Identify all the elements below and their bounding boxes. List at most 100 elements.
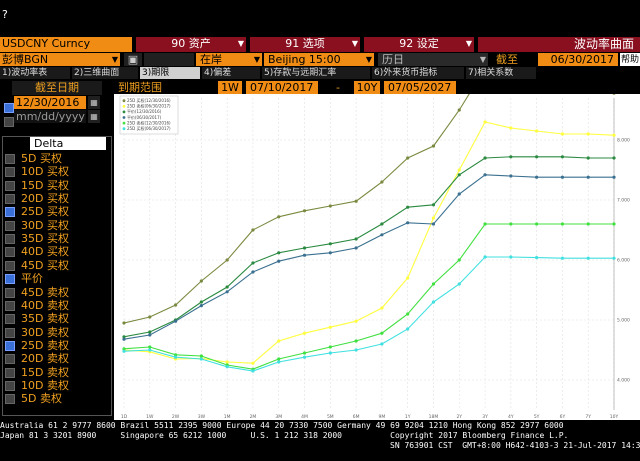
data-point	[457, 258, 461, 262]
data-point	[251, 270, 255, 274]
data-point	[277, 251, 281, 255]
delta-item[interactable]: 20D 买权	[2, 192, 110, 205]
date2-input[interactable]: mm/dd/yyyy	[14, 110, 86, 123]
data-point	[199, 300, 203, 304]
page-title: 波动率曲面	[478, 37, 640, 52]
tab-exotic-indicators[interactable]: 6)外来货币指标	[372, 67, 464, 79]
delta-item-label: 35D 卖权	[21, 312, 69, 326]
x-tick-label: 4Y	[508, 414, 514, 420]
data-point	[457, 168, 461, 172]
range-end-code[interactable]: 10Y	[354, 81, 380, 95]
checkbox-icon	[5, 154, 15, 164]
delta-item[interactable]: 45D 卖权	[2, 286, 110, 299]
range-start-code[interactable]: 1W	[218, 81, 242, 95]
delta-item-label: 20D 买权	[21, 192, 69, 206]
term-structure-chart: 1D 1W 2W 3W 1M 2M 3M 4M 5M 6M 9M 1Y 18M 2Y 3Y 4Y 5Y 6Y 7Y 1…	[114, 94, 640, 420]
delta-item[interactable]: 30D 买权	[2, 219, 110, 232]
data-point	[328, 345, 332, 349]
x-tick-label: 1M	[224, 414, 231, 420]
data-point	[251, 261, 255, 265]
range-end-date[interactable]: 07/05/2027	[384, 81, 456, 95]
data-point	[457, 108, 461, 112]
source-select[interactable]: 彭博BGN ▼	[0, 53, 120, 66]
data-point	[148, 348, 152, 352]
data-point	[535, 256, 539, 260]
tab-vol-table[interactable]: 1)波动率表	[0, 67, 70, 79]
delta-item[interactable]: 30D 卖权	[2, 326, 110, 339]
menu-settings[interactable]: 92 设定 ▼	[364, 37, 474, 52]
delta-item[interactable]: 40D 买权	[2, 245, 110, 258]
delta-item[interactable]: 15D 买权	[2, 179, 110, 192]
delta-item-label: 40D 卖权	[21, 298, 69, 312]
data-point	[225, 290, 229, 294]
data-point	[612, 133, 616, 137]
asof-date-input[interactable]: 06/30/2017	[538, 53, 618, 66]
data-point	[612, 222, 616, 226]
delta-item[interactable]: 25D 卖权	[2, 339, 110, 352]
tab-deposits-forwards[interactable]: 5)存款与远期汇率	[262, 67, 370, 79]
tab-term[interactable]: 3)期限	[140, 67, 200, 79]
data-point	[302, 253, 307, 257]
data-point	[277, 259, 281, 263]
delta-item[interactable]: 5D 买权	[2, 152, 110, 165]
data-point	[277, 339, 281, 343]
timezone-select[interactable]: Beijing 15:00 ▼	[264, 53, 374, 66]
calendar-icon[interactable]: ▦	[88, 110, 100, 123]
checkbox-icon	[5, 260, 15, 271]
delta-item[interactable]: 10D 买权	[2, 165, 110, 178]
delta-item[interactable]: 15D 卖权	[2, 366, 110, 379]
data-point	[148, 315, 152, 319]
data-point	[431, 216, 436, 220]
checkbox-icon	[5, 274, 15, 285]
legend-swatch	[122, 110, 126, 114]
tab-correlation[interactable]: 7)相关系数	[466, 67, 536, 79]
checkbox-icon	[5, 367, 15, 378]
menu-settings-label: 92 设定	[399, 37, 439, 50]
help-button[interactable]: 帮助	[620, 53, 640, 66]
data-point	[431, 222, 436, 226]
tab-skew[interactable]: 4)偏差	[202, 67, 260, 79]
data-point	[586, 132, 590, 136]
delta-item-label: 35D 买权	[21, 232, 69, 246]
delta-item[interactable]: 20D 卖权	[2, 352, 110, 365]
delta-item[interactable]: 5D 卖权	[2, 392, 110, 405]
blank-field[interactable]	[144, 53, 194, 66]
delta-item[interactable]: 10D 卖权	[2, 379, 110, 392]
data-point	[560, 256, 565, 260]
footer-contacts-2: Japan 81 3 3201 8900 Singapore 65 6212 1…	[0, 431, 569, 440]
data-point	[302, 246, 307, 250]
location-select[interactable]: 在岸 ▼	[196, 53, 262, 66]
app-icon: ?	[2, 8, 8, 21]
calendar-select[interactable]: 历日 ▼	[378, 53, 488, 66]
data-point	[560, 222, 565, 226]
calendar-label: 历日	[382, 53, 404, 66]
menu-options[interactable]: 91 选项 ▼	[250, 37, 360, 52]
x-tick-label: 10Y	[610, 414, 619, 420]
menu-assets[interactable]: 90 资产 ▼	[136, 37, 246, 52]
checkbox-icon	[5, 220, 15, 231]
x-tick-label: 3M	[275, 414, 282, 420]
checkbox-icon	[5, 314, 15, 325]
chart-background	[114, 94, 640, 420]
data-point	[483, 120, 487, 124]
delta-item[interactable]: 25D 买权	[2, 205, 110, 218]
delta-item[interactable]: 35D 买权	[2, 232, 110, 245]
delta-item[interactable]: 35D 卖权	[2, 312, 110, 325]
data-point	[328, 204, 332, 208]
checkbox-icon	[5, 340, 15, 351]
legend-entry: 25D 卖权(12/30/2016)	[127, 119, 171, 125]
calendar-icon[interactable]: ▦	[88, 96, 100, 109]
delta-item[interactable]: 平价	[2, 272, 110, 285]
legend-swatch	[122, 121, 126, 125]
data-point	[122, 349, 126, 353]
date1-input[interactable]: 12/30/2016	[14, 96, 86, 109]
data-point	[354, 319, 358, 323]
delta-item[interactable]: 45D 买权	[2, 259, 110, 272]
save-icon[interactable]: ▣	[124, 53, 142, 66]
data-point	[586, 256, 590, 260]
delta-item[interactable]: 40D 卖权	[2, 299, 110, 312]
ticker-field[interactable]: USDCNY Curncy	[0, 37, 132, 52]
data-point	[509, 126, 513, 130]
tab-3d-surface[interactable]: 2)三维曲面	[72, 67, 138, 79]
range-start-date[interactable]: 07/10/2017	[246, 81, 318, 95]
